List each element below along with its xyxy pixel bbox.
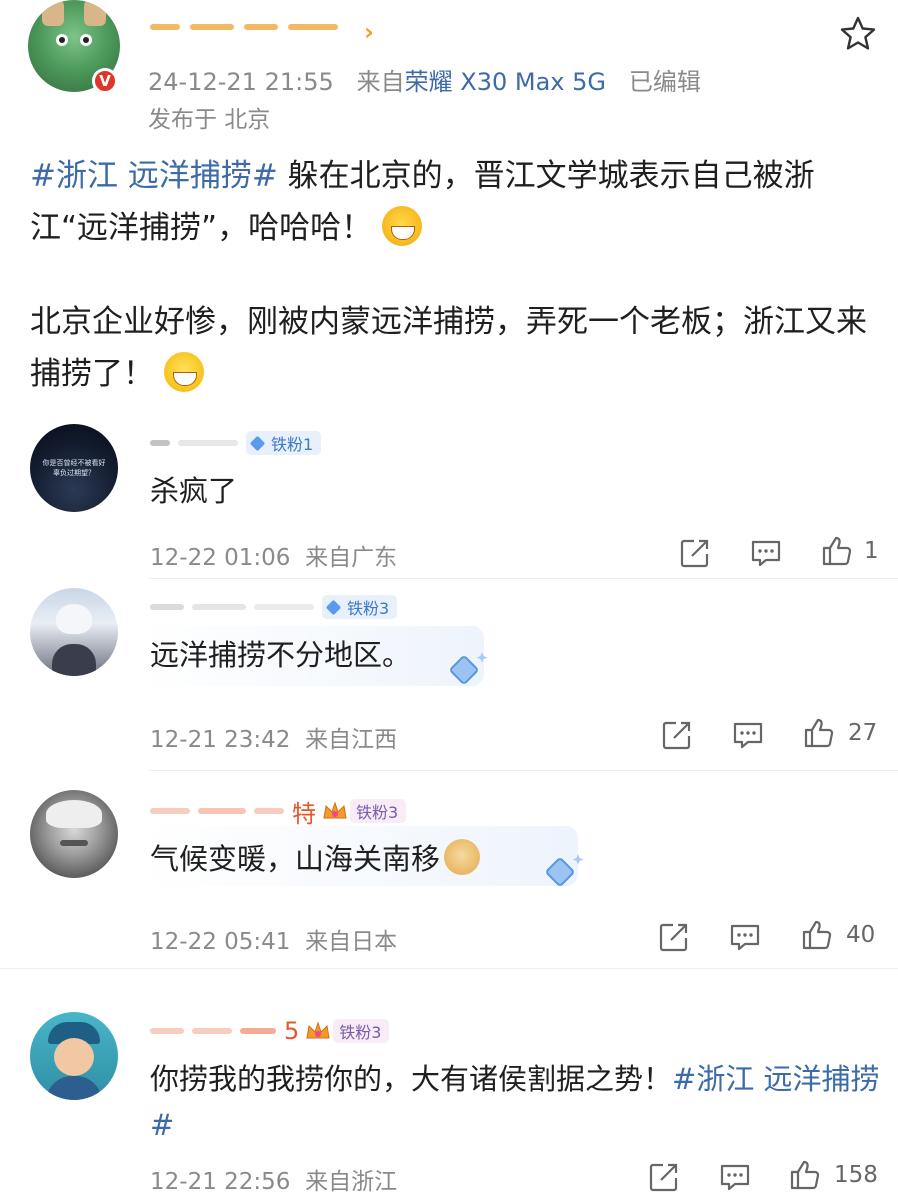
fan-badge[interactable]: 铁粉3 [333,1019,390,1043]
like-icon[interactable] [800,918,834,952]
like-count: 27 [848,720,878,746]
favorite-star-icon[interactable] [838,14,878,54]
like-count: 40 [846,922,876,948]
sparkle-diamond-icon [546,854,584,886]
comment-username[interactable]: 铁粉3 [150,592,398,622]
comment-icon[interactable] [718,1160,752,1194]
antler-left [42,0,64,26]
comment-text: 气候变暖，山海关南移 [150,836,481,882]
comment-divider [148,578,898,579]
like-icon[interactable] [820,534,854,568]
share-icon[interactable] [660,718,694,752]
comment-divider [0,968,898,969]
crown-icon [323,801,347,819]
comment-meta: 12-21 22:56 来自浙江 [150,1169,398,1195]
avatar-eye [80,34,92,46]
comment-meta: 12-21 23:42 来自江西 [150,727,398,753]
crown-icon [306,1021,330,1039]
comment-avatar[interactable] [30,1012,118,1100]
comment-meta: 12-22 05:41 来自日本 [150,929,398,955]
like-count: 1 [864,538,879,564]
avatar-eye [56,34,68,46]
post-edited-label[interactable]: 已编辑 [629,68,701,96]
topic-link[interactable]: #浙江 远洋捕捞# [30,158,278,194]
username-visible-part: 特 [292,799,316,828]
verified-badge-icon: V [92,68,118,94]
share-icon[interactable] [678,536,712,570]
comment-text: 杀疯了 [150,474,238,508]
author-arrow-icon[interactable]: › [364,18,374,46]
comment-icon[interactable] [731,718,765,752]
antler-right [84,0,106,26]
post-paragraph-2: 北京企业好惨，刚被内蒙远洋捕捞，弄死一个老板；浙江又来捕捞了！ [30,304,867,392]
share-icon[interactable] [657,920,691,954]
like-icon[interactable] [802,716,836,750]
comment-avatar[interactable]: 你是否曾经不被看好 辜负过期望？ [30,424,118,512]
sparkle-diamond-icon [450,652,488,684]
author-name-masked[interactable] [150,10,360,44]
post-device-link[interactable]: 荣耀 X30 Max 5G [405,68,606,96]
comment-meta: 12-22 01:06 来自广东 [150,545,398,571]
post-location: 发布于 北京 [148,107,271,133]
doge-emoji-icon [444,839,481,875]
comment-avatar[interactable] [30,588,118,676]
username-visible-part: 5 [284,1017,300,1045]
comment-text: 你捞我的我捞你的，大有诸侯割据之势！#浙江 远洋捕捞# [150,1062,880,1142]
post-meta: 24-12-21 21:55 来自荣耀 X30 Max 5G 已编辑 [148,62,701,97]
diamond-icon [249,435,266,451]
comment-username[interactable]: 特 铁粉3 [150,796,407,828]
post-paragraph-1: #浙江 远洋捕捞# 躲在北京的，晋江文学城表示自己被浙江“远洋捕捞”，哈哈哈！ [30,158,815,246]
fan-badge[interactable]: 铁粉1 [246,431,322,455]
diamond-icon [325,599,342,615]
post-source-prefix: 来自 [356,68,405,96]
comment-icon[interactable] [728,920,762,954]
share-icon[interactable] [647,1160,681,1194]
like-count: 158 [834,1162,878,1188]
comment-icon[interactable] [749,536,783,570]
comment-username[interactable]: 5 铁粉3 [150,1016,390,1046]
comment-divider [148,770,898,771]
fan-badge[interactable]: 铁粉3 [322,595,398,619]
comment-text: 远洋捕捞不分地区。 [150,638,412,672]
comment-avatar[interactable] [30,790,118,878]
post-timestamp: 24-12-21 21:55 [148,68,334,96]
grin-emoji-icon [164,352,204,392]
like-icon[interactable] [788,1158,822,1192]
comment-username[interactable]: 铁粉1 [150,428,322,458]
laugh-cry-emoji-icon [382,206,423,246]
fan-badge[interactable]: 铁粉3 [350,799,407,823]
